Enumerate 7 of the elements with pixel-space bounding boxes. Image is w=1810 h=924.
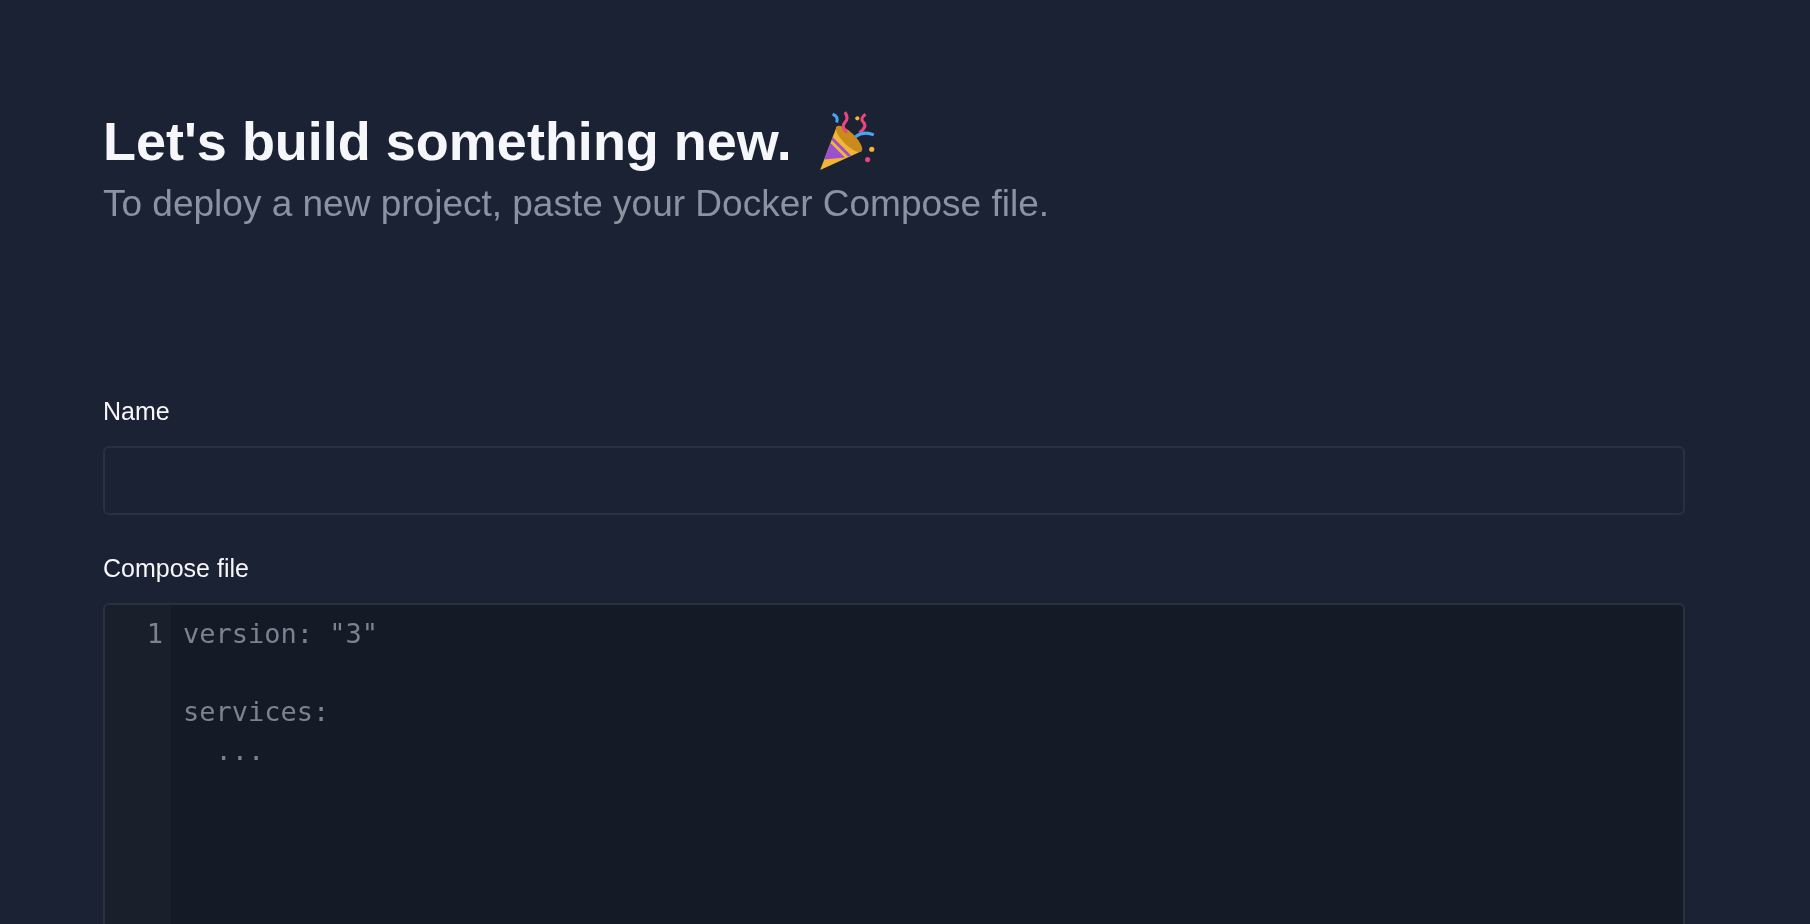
field-label: Name [103,396,170,427]
code-placeholder: version: "3" services: ... [182,617,380,769]
line-number: 1 [146,617,163,652]
page-subheading: To deploy a new project, paste your Docker Compose file. [103,182,1051,226]
field-label: Compose file [103,553,249,584]
page-heading: Let's build something new. [103,109,792,173]
code-editor-field[interactable]: 1 version: "3" services: ... [103,603,1685,924]
